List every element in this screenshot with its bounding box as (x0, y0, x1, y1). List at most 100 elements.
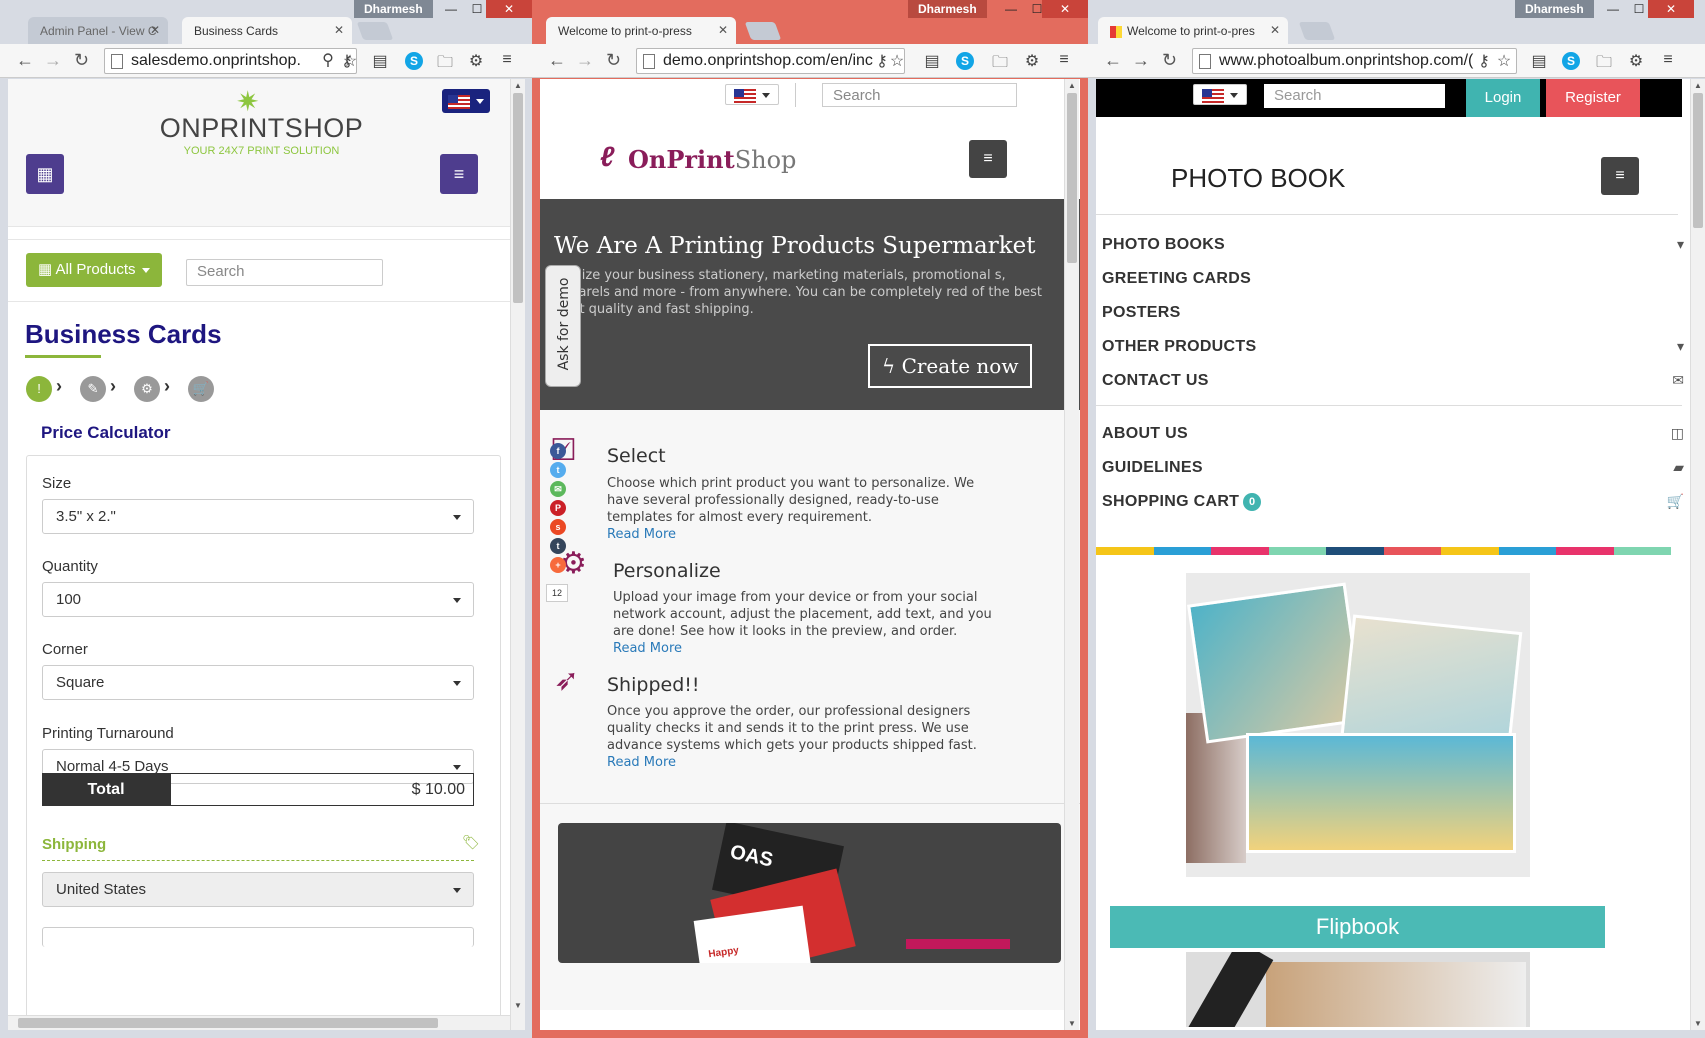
read-more-link[interactable]: Read More (607, 527, 676, 542)
grid-menu-button[interactable]: ▦ (26, 154, 64, 194)
star-icon[interactable]: ☆ (887, 51, 907, 71)
menu-contact-us[interactable]: CONTACT US (1102, 372, 1209, 390)
skype-icon[interactable]: S (1562, 52, 1580, 70)
back-icon[interactable]: ← (548, 50, 566, 71)
scroll-down-icon[interactable]: ▼ (1694, 1019, 1702, 1028)
back-icon[interactable]: ← (16, 50, 34, 71)
tab-welcome[interactable]: Welcome to print-o-press ✕ (546, 17, 736, 44)
close-tab-icon[interactable]: ✕ (334, 23, 344, 37)
hamburger-menu-button[interactable]: ≡ (969, 140, 1007, 178)
scroll-down-icon[interactable]: ▼ (514, 1001, 522, 1010)
settings-icon[interactable]: ⚙ (466, 51, 486, 71)
language-selector[interactable] (1193, 84, 1247, 105)
site-logo[interactable]: ONPRINTSHOP (8, 113, 515, 144)
folder-icon[interactable]: 🗀 (435, 51, 455, 78)
next-field[interactable] (42, 927, 474, 947)
size-select[interactable]: 3.5" x 2." (42, 499, 474, 534)
tab-admin-panel[interactable]: Admin Panel - View C ✕ (28, 17, 168, 44)
menu-photo-books[interactable]: PHOTO BOOKS (1102, 236, 1225, 254)
scroll-thumb[interactable] (18, 1018, 438, 1028)
vertical-scrollbar[interactable]: ▲ ▼ (1064, 79, 1079, 1030)
folder-icon[interactable]: 🗀 (1594, 51, 1614, 78)
photo-book-image[interactable] (1186, 573, 1530, 877)
forward-icon[interactable]: → (576, 50, 594, 71)
forward-icon[interactable]: → (1132, 50, 1150, 71)
new-tab-button[interactable] (1298, 22, 1336, 40)
menu-about-us[interactable]: ABOUT US (1102, 425, 1188, 443)
step-options-icon[interactable]: ⚙ (134, 376, 160, 402)
menu-icon[interactable]: ≡ (1658, 51, 1678, 69)
window-close-button[interactable]: ✕ (486, 0, 532, 18)
menu-greeting-cards[interactable]: GREETING CARDS (1102, 270, 1251, 288)
horizontal-scrollbar[interactable] (8, 1015, 518, 1030)
extension-icon[interactable]: ▤ (370, 51, 390, 71)
step-cart-icon[interactable]: 🛒 (188, 376, 214, 402)
settings-icon[interactable]: ⚙ (1626, 51, 1646, 71)
window-close-button[interactable]: ✕ (1042, 0, 1088, 18)
flipbook-label[interactable]: Flipbook (1110, 906, 1605, 948)
stumbleupon-icon[interactable]: s (550, 519, 566, 535)
address-bar[interactable]: demo.onprintshop.com/en/inc (636, 48, 905, 74)
menu-guidelines[interactable]: GUIDELINES (1102, 459, 1203, 477)
pinterest-icon[interactable]: P (550, 500, 566, 516)
language-selector[interactable] (442, 89, 490, 113)
vertical-scrollbar[interactable]: ▲ ▼ (1690, 79, 1705, 1030)
site-title[interactable]: PHOTO BOOK (1171, 163, 1345, 194)
tab-welcome[interactable]: Welcome to print-o-pres ✕ (1098, 17, 1288, 44)
caret-down-icon[interactable]: ▾ (1677, 236, 1684, 253)
login-button[interactable]: Login (1466, 79, 1540, 117)
profile-name[interactable]: Dharmesh (354, 0, 433, 18)
create-now-button[interactable]: ϟ Create now (868, 344, 1033, 388)
profile-name[interactable]: Dharmesh (908, 0, 987, 18)
reload-icon[interactable]: ↻ (606, 50, 621, 71)
menu-icon[interactable]: ≡ (497, 51, 517, 69)
scroll-down-icon[interactable]: ▼ (1068, 1019, 1076, 1028)
address-bar[interactable]: www.photoalbum.onprintshop.com/( (1192, 48, 1517, 74)
read-more-link[interactable]: Read More (613, 641, 682, 656)
new-tab-button[interactable] (356, 22, 394, 40)
vertical-scrollbar[interactable]: ▲ ▼ (510, 79, 525, 1030)
share-icon[interactable]: + (550, 557, 566, 573)
search-input[interactable]: Search (186, 259, 383, 286)
scroll-up-icon[interactable]: ▲ (1694, 81, 1702, 90)
close-tab-icon[interactable]: ✕ (150, 23, 160, 37)
skype-icon[interactable]: S (405, 52, 423, 70)
new-tab-button[interactable] (744, 22, 782, 40)
scroll-up-icon[interactable]: ▲ (1068, 81, 1076, 90)
tumblr-icon[interactable]: t (550, 538, 566, 554)
corner-select[interactable]: Square (42, 665, 474, 700)
twitter-icon[interactable]: t (550, 462, 566, 478)
menu-posters[interactable]: POSTERS (1102, 304, 1181, 322)
profile-name[interactable]: Dharmesh (1515, 0, 1594, 18)
close-tab-icon[interactable]: ✕ (718, 23, 728, 37)
ask-for-demo-tab[interactable]: Ask for demo (545, 265, 581, 387)
scroll-up-icon[interactable]: ▲ (514, 81, 522, 90)
quantity-select[interactable]: 100 (42, 582, 474, 617)
window-close-button[interactable]: ✕ (1648, 0, 1694, 18)
zoom-icon[interactable]: ⚲ (318, 50, 338, 70)
scroll-thumb[interactable] (1067, 93, 1077, 263)
all-products-button[interactable]: ▦ All Products (26, 253, 162, 287)
facebook-icon[interactable]: f (550, 443, 566, 459)
scroll-thumb[interactable] (1693, 93, 1703, 228)
language-selector[interactable] (725, 84, 779, 105)
read-more-link[interactable]: Read More (607, 755, 676, 770)
skype-icon[interactable]: S (956, 52, 974, 70)
star-icon[interactable]: ☆ (1494, 51, 1514, 71)
reload-icon[interactable]: ↻ (1162, 50, 1177, 71)
close-tab-icon[interactable]: ✕ (1270, 23, 1280, 37)
menu-shopping-cart[interactable]: SHOPPING CART 0 (1102, 493, 1262, 511)
step-info-icon[interactable]: ! (26, 376, 52, 402)
hamburger-menu-button[interactable]: ≡ (1601, 157, 1639, 195)
search-input[interactable]: Search (822, 83, 1017, 107)
register-button[interactable]: Register (1546, 79, 1640, 117)
search-input[interactable]: Search (1264, 84, 1445, 108)
hamburger-menu-button[interactable]: ≡ (440, 154, 478, 194)
settings-icon[interactable]: ⚙ (1022, 51, 1042, 71)
star-icon[interactable]: ☆ (340, 51, 360, 71)
back-icon[interactable]: ← (1104, 50, 1122, 71)
key-icon[interactable]: ⚷ (1474, 51, 1494, 71)
menu-icon[interactable]: ≡ (1054, 51, 1074, 69)
shipping-country-select[interactable]: United States (42, 872, 474, 907)
site-logo[interactable]: OnPrintShop (628, 145, 796, 174)
